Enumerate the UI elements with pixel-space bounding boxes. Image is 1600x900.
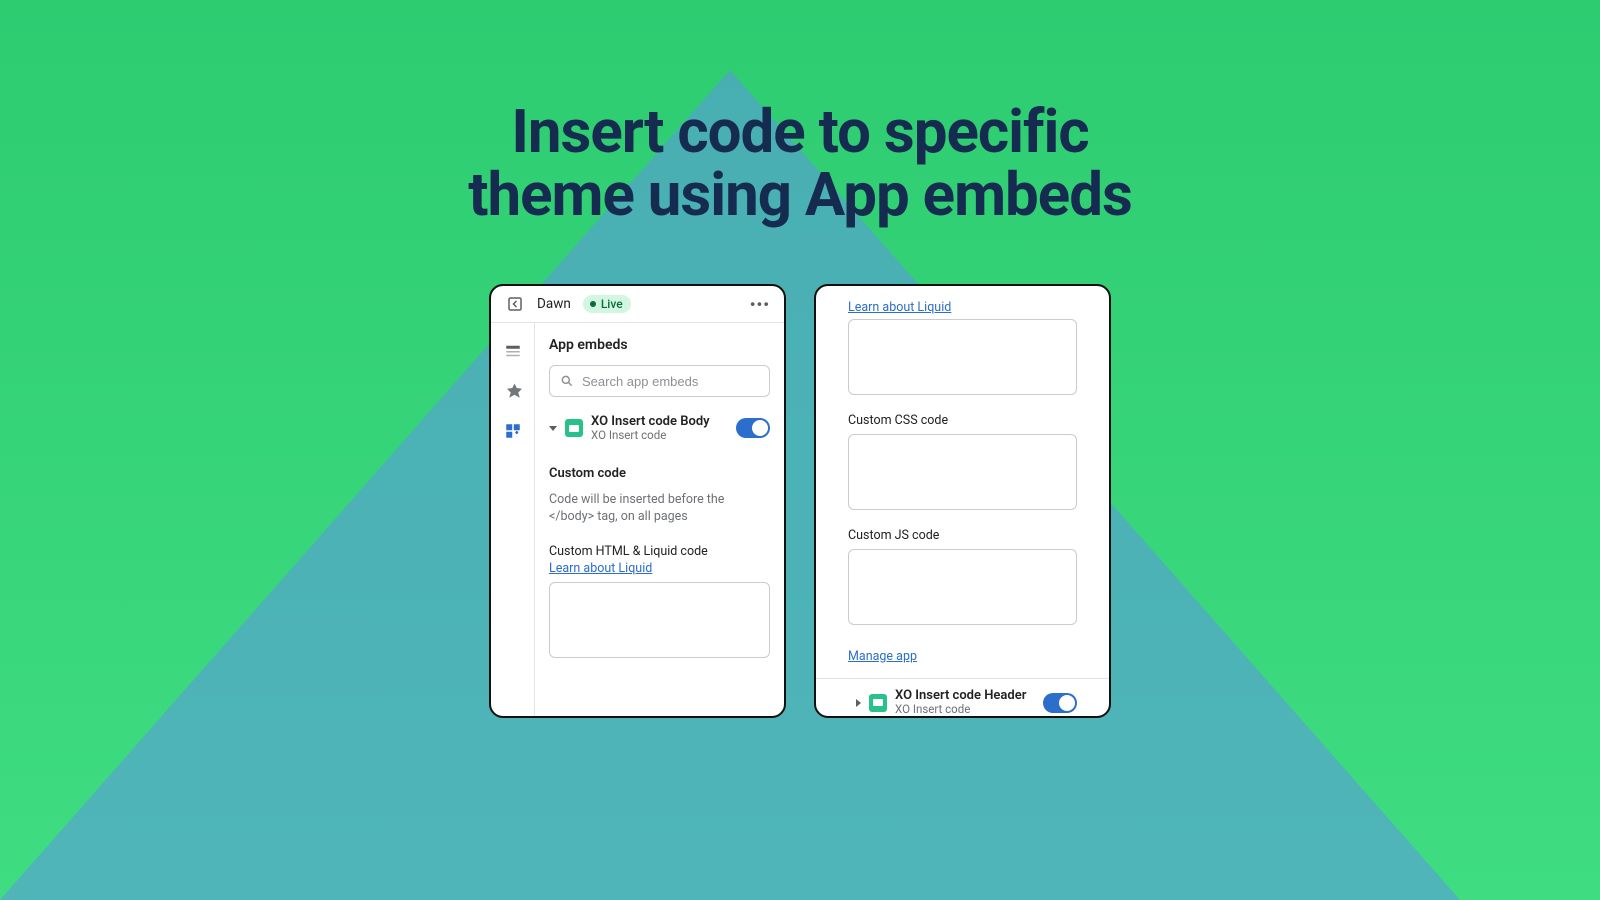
css-textarea[interactable] xyxy=(848,434,1077,510)
search-input[interactable] xyxy=(549,365,770,397)
embed-panel-card: Dawn Live ••• App embeds xyxy=(489,284,786,718)
manage-app-link[interactable]: Manage app xyxy=(848,649,1077,664)
embed-row-header[interactable]: XO Insert code Header XO Insert code xyxy=(848,679,1077,716)
sections-icon[interactable] xyxy=(503,341,523,361)
custom-code-help: Code will be inserted before the </body>… xyxy=(549,491,770,526)
embed-toggle[interactable] xyxy=(736,418,770,438)
embed-row-body[interactable]: XO Insert code Body XO Insert code xyxy=(549,411,770,446)
editor-top-bar: Dawn Live ••• xyxy=(491,286,784,323)
liquid-textarea[interactable] xyxy=(848,319,1077,395)
embed-settings-card: Learn about Liquid Custom CSS code Custo… xyxy=(814,284,1111,718)
side-rail xyxy=(491,323,535,716)
theme-settings-icon[interactable] xyxy=(503,381,523,401)
search-field[interactable] xyxy=(582,374,759,389)
panel-title: App embeds xyxy=(549,337,770,353)
exit-icon[interactable] xyxy=(505,294,525,314)
embed-subtitle: XO Insert code xyxy=(895,703,1026,716)
embed-subtitle: XO Insert code xyxy=(591,429,710,442)
embed-toggle[interactable] xyxy=(1043,693,1077,713)
app-chip-icon xyxy=(869,694,887,712)
live-badge: Live xyxy=(583,295,631,313)
learn-liquid-link[interactable]: Learn about Liquid xyxy=(549,561,652,576)
app-embeds-icon[interactable] xyxy=(503,421,523,441)
html-liquid-textarea[interactable] xyxy=(549,582,770,658)
headline-line-1: Insert code to specific xyxy=(511,96,1088,167)
app-embeds-panel: App embeds XO Insert code Body XO Insert… xyxy=(535,323,784,716)
js-label: Custom JS code xyxy=(848,528,1077,543)
caret-right-icon xyxy=(856,699,861,707)
embed-title: XO Insert code Body xyxy=(591,415,710,429)
custom-code-heading: Custom code xyxy=(549,466,770,481)
headline: Insert code to specific theme using App … xyxy=(0,0,1600,226)
html-liquid-label: Custom HTML & Liquid code xyxy=(549,544,770,559)
headline-line-2: theme using App embeds xyxy=(468,159,1132,230)
search-icon xyxy=(560,374,574,388)
css-label: Custom CSS code xyxy=(848,413,1077,428)
theme-name: Dawn xyxy=(537,296,571,312)
overflow-menu-icon[interactable]: ••• xyxy=(750,295,770,314)
learn-liquid-link-2[interactable]: Learn about Liquid xyxy=(848,300,1077,315)
app-chip-icon xyxy=(565,419,583,437)
embed-title: XO Insert code Header xyxy=(895,689,1026,703)
caret-down-icon xyxy=(549,426,557,431)
js-textarea[interactable] xyxy=(848,549,1077,625)
